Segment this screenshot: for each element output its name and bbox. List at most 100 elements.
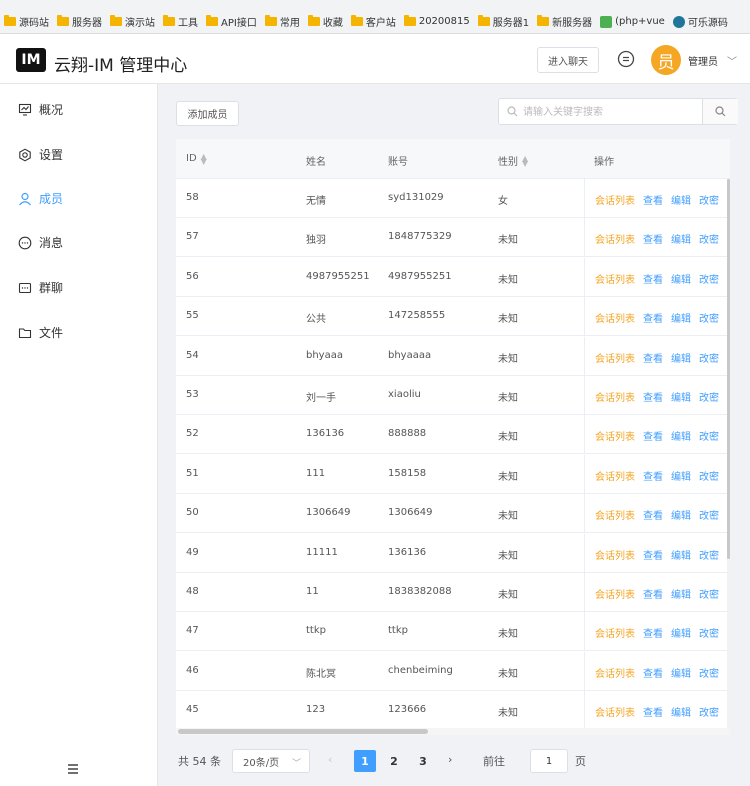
menu-collapse-icon[interactable] [66,763,80,775]
view-link[interactable]: 查看 [643,625,663,640]
sidebar-item-3[interactable]: 消息 [18,234,63,251]
bookmark-item[interactable]: 服务器1 [477,14,529,29]
session-list-link[interactable]: 会话列表 [595,704,635,719]
prev-page-icon[interactable]: ‹ [328,753,332,766]
change-password-link[interactable]: 改密 [699,586,719,601]
scrollbar-thumb[interactable] [178,729,428,734]
session-list-link[interactable]: 会话列表 [595,350,635,365]
session-list-link[interactable]: 会话列表 [595,428,635,443]
session-list-link[interactable]: 会话列表 [595,389,635,404]
change-password-link[interactable]: 改密 [699,310,719,325]
change-password-link[interactable]: 改密 [699,665,719,680]
edit-link[interactable]: 编辑 [671,586,691,601]
session-list-link[interactable]: 会话列表 [595,231,635,246]
edit-link[interactable]: 编辑 [671,625,691,640]
change-password-link[interactable]: 改密 [699,192,719,207]
cell-gender: 未知 [498,393,518,404]
bookmark-item[interactable]: 可乐源码 [672,14,728,29]
vertical-scrollbar[interactable] [727,179,730,735]
view-link[interactable]: 查看 [643,704,663,719]
session-list-link[interactable]: 会话列表 [595,665,635,680]
search-input[interactable] [523,104,693,120]
message-icon[interactable] [617,50,635,68]
bookmark-item[interactable]: (php+vue [600,15,665,28]
bookmark-item[interactable]: 客户站 [350,14,396,29]
page-2[interactable]: 2 [383,750,405,772]
view-link[interactable]: 查看 [643,665,663,680]
edit-link[interactable]: 编辑 [671,192,691,207]
edit-link[interactable]: 编辑 [671,310,691,325]
view-link[interactable]: 查看 [643,547,663,562]
edit-link[interactable]: 编辑 [671,271,691,286]
page-size-select[interactable]: 20条/页 ﹀ [232,749,310,773]
session-list-link[interactable]: 会话列表 [595,625,635,640]
view-link[interactable]: 查看 [643,428,663,443]
bookmark-item[interactable]: API接口 [206,14,257,29]
change-password-link[interactable]: 改密 [699,428,719,443]
enter-chat-button[interactable]: 进入聊天 [537,47,599,73]
avatar[interactable]: 员 [651,45,681,75]
change-password-link[interactable]: 改密 [699,231,719,246]
edit-link[interactable]: 编辑 [671,665,691,680]
column-header-gender[interactable]: 性别 ▲ ▼ [498,153,528,168]
bookmark-item[interactable]: 常用 [264,14,300,29]
view-link[interactable]: 查看 [643,350,663,365]
goto-page-input[interactable] [530,749,568,773]
edit-link[interactable]: 编辑 [671,428,691,443]
bookmark-item[interactable]: 服务器 [57,14,102,29]
change-password-link[interactable]: 改密 [699,625,719,640]
page-3[interactable]: 3 [412,750,434,772]
view-link[interactable]: 查看 [643,586,663,601]
scrollbar-thumb[interactable] [727,179,730,559]
session-list-link[interactable]: 会话列表 [595,586,635,601]
chevron-down-icon[interactable]: ﹀ [727,53,737,68]
session-list-link[interactable]: 会话列表 [595,547,635,562]
sidebar-item-1[interactable]: 设置 [18,146,63,163]
edit-link[interactable]: 编辑 [671,350,691,365]
sort-icon[interactable]: ▲ ▼ [522,154,528,167]
session-list-link[interactable]: 会话列表 [595,507,635,522]
change-password-link[interactable]: 改密 [699,704,719,719]
view-link[interactable]: 查看 [643,231,663,246]
change-password-link[interactable]: 改密 [699,389,719,404]
edit-link[interactable]: 编辑 [671,389,691,404]
view-link[interactable]: 查看 [643,468,663,483]
session-list-link[interactable]: 会话列表 [595,310,635,325]
view-link[interactable]: 查看 [643,507,663,522]
sidebar-item-0[interactable]: 概况 [18,101,63,118]
sidebar-item-2[interactable]: 成员 [18,190,63,207]
change-password-link[interactable]: 改密 [699,350,719,365]
next-page-icon[interactable]: › [448,753,452,766]
view-link[interactable]: 查看 [643,192,663,207]
edit-link[interactable]: 编辑 [671,231,691,246]
session-list-link[interactable]: 会话列表 [595,192,635,207]
edit-link[interactable]: 编辑 [671,547,691,562]
view-link[interactable]: 查看 [643,389,663,404]
sidebar-item-4[interactable]: 群聊 [18,279,63,296]
column-header-id[interactable]: ID ▲ ▼ [186,152,207,165]
change-password-link[interactable]: 改密 [699,468,719,483]
horizontal-scrollbar[interactable] [176,728,730,735]
session-list-link[interactable]: 会话列表 [595,271,635,286]
change-password-link[interactable]: 改密 [699,507,719,522]
search-button[interactable] [702,99,738,124]
bookmark-item[interactable]: 演示站 [110,14,155,29]
bookmark-item[interactable]: 新服务器 [537,14,592,29]
edit-link[interactable]: 编辑 [671,704,691,719]
change-password-link[interactable]: 改密 [699,271,719,286]
bookmark-item[interactable]: 源码站 [4,14,49,29]
sort-icon[interactable]: ▲ ▼ [201,152,207,165]
add-member-button[interactable]: 添加成员 [176,101,239,126]
edit-link[interactable]: 编辑 [671,507,691,522]
session-list-link[interactable]: 会话列表 [595,468,635,483]
bookmark-item[interactable]: 工具 [163,14,198,29]
user-name[interactable]: 管理员 [688,53,718,68]
bookmark-item[interactable]: 20200815 [403,15,470,27]
change-password-link[interactable]: 改密 [699,547,719,562]
bookmark-item[interactable]: 收藏 [307,14,343,29]
page-1[interactable]: 1 [354,750,376,772]
view-link[interactable]: 查看 [643,271,663,286]
edit-link[interactable]: 编辑 [671,468,691,483]
view-link[interactable]: 查看 [643,310,663,325]
sidebar-item-5[interactable]: 文件 [18,324,63,341]
